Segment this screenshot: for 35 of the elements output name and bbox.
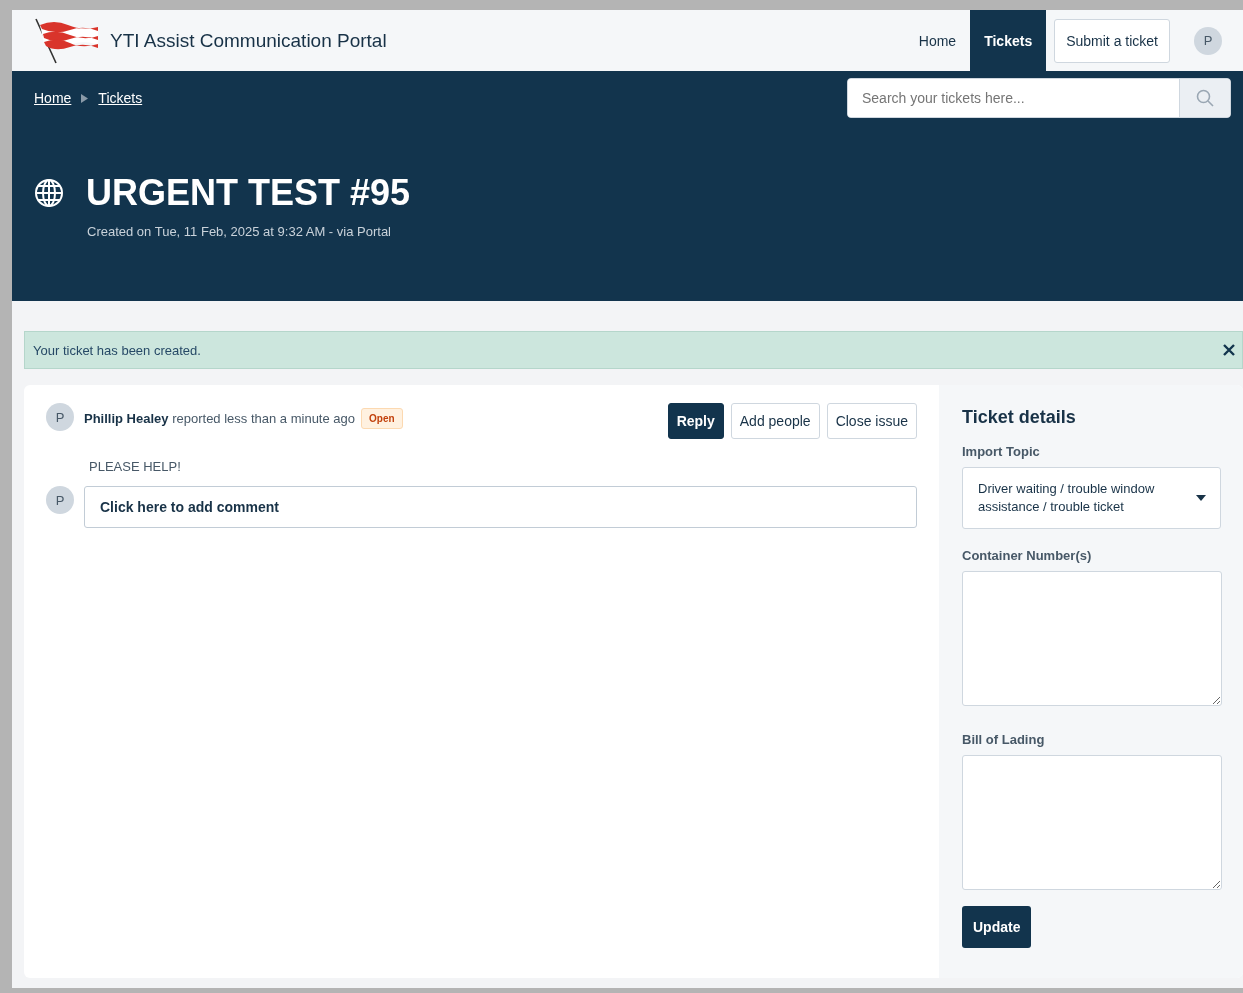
text-area[interactable]: [962, 755, 1222, 890]
nav-tab[interactable]: Home: [904, 10, 971, 71]
field-label: Container Number(s): [962, 548, 1093, 563]
nav-tab[interactable]: Tickets: [970, 10, 1047, 71]
user-avatar[interactable]: P: [1194, 26, 1222, 55]
comment-field[interactable]: Click here to add comment: [84, 486, 917, 528]
update-button[interactable]: Update: [962, 906, 1032, 948]
ticket-message: PLEASE HELP!: [89, 459, 182, 474]
details-heading: Ticket details: [962, 407, 1077, 428]
caret-icon: [1196, 495, 1206, 501]
portal-title: YTI Assist Communication Portal: [110, 29, 388, 52]
breadcrumb-link[interactable]: Home: [34, 90, 72, 106]
status-badge: Open: [361, 408, 403, 429]
breadcrumb-link[interactable]: Tickets: [98, 90, 143, 106]
field-label: Import Topic: [962, 444, 1041, 459]
ticket-title: URGENT TEST #95: [86, 172, 411, 214]
search-icon: [1196, 89, 1214, 107]
globe-icon: [34, 178, 64, 208]
user-avatar: P: [46, 486, 74, 514]
action-button[interactable]: Reply: [667, 403, 724, 439]
action-button[interactable]: Close issue: [826, 403, 917, 439]
action-button[interactable]: Add people: [730, 403, 820, 439]
flag-logo: [34, 16, 100, 65]
text-area[interactable]: [962, 571, 1222, 706]
topic-dropdown[interactable]: Driver waiting / trouble window assistance / trouble ticket: [962, 467, 1221, 529]
field-label: Bill of Lading: [962, 732, 1046, 747]
reporter-text: Phillip Healey reported less than a minute ago: [84, 411, 355, 426]
search-button[interactable]: [1179, 79, 1230, 117]
search-field[interactable]: Search your tickets here...: [847, 78, 1231, 118]
chevron-icon: [81, 93, 89, 103]
close-icon[interactable]: [1222, 343, 1236, 357]
submit-ticket-button[interactable]: Submit a ticket: [1054, 18, 1170, 63]
alert-message: Your ticket has been created.: [33, 342, 201, 358]
created-info: Created on Tue, 11 Feb, 2025 at 9:32 AM - via Portal: [87, 224, 392, 239]
user-avatar: P: [46, 403, 74, 431]
